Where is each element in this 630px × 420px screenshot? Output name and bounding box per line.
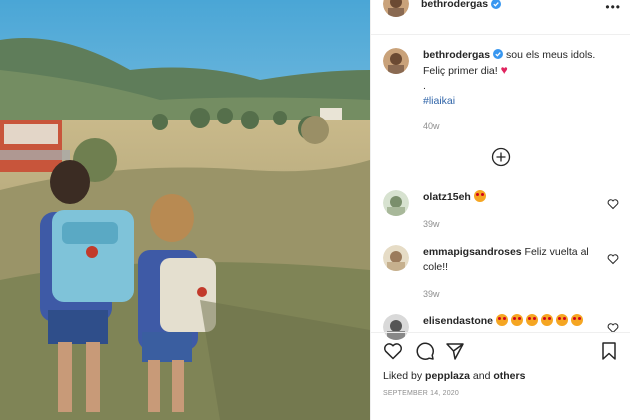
comment-time[interactable]: 39w — [423, 287, 593, 302]
heart-eyes-emoji — [473, 190, 486, 202]
commenter-avatar[interactable] — [383, 190, 409, 216]
comment-time[interactable]: 39w — [423, 217, 593, 232]
verified-badge-icon — [491, 0, 502, 9]
comment-body: emmapigsandroses Feliz vuelta al cole!! … — [423, 245, 593, 302]
author-avatar[interactable] — [383, 0, 409, 17]
caption-text-line1: sou els meus idols. — [506, 49, 596, 61]
comment-icon[interactable] — [415, 341, 435, 361]
post-caption: bethrodergas sou els meus idols. Feliç p… — [383, 48, 623, 134]
liked-by: Liked by pepplaza and others — [383, 370, 525, 382]
post-side-panel: bethrodergas ••• bethrodergas sou els me… — [370, 0, 630, 420]
heart-eyes-emoji — [495, 314, 508, 326]
caption-hashtag[interactable]: #liaikai — [423, 94, 595, 109]
comment-username[interactable]: emmapigsandroses — [423, 246, 522, 258]
heart-eyes-emoji — [555, 314, 568, 326]
author-username[interactable]: bethrodergas — [421, 0, 488, 10]
heart-eyes-emoji — [525, 314, 538, 326]
more-options-icon[interactable]: ••• — [605, 0, 621, 14]
post-date[interactable]: SEPTEMBER 14, 2020 — [383, 390, 459, 397]
caption-body: bethrodergas sou els meus idols. Feliç p… — [423, 48, 595, 134]
red-heart-emoji: ♥ — [500, 63, 508, 77]
heart-eyes-emoji — [570, 314, 583, 326]
comment-username[interactable]: elisendastone — [423, 315, 493, 327]
plus-circle-icon[interactable] — [491, 147, 511, 167]
comment-item: elisendastone — [383, 314, 619, 340]
heart-icon[interactable] — [383, 341, 403, 361]
photo-illustration — [0, 0, 370, 420]
heart-eyes-emoji — [540, 314, 553, 326]
commenter-avatar[interactable] — [383, 245, 409, 271]
liked-by-user[interactable]: pepplaza — [425, 370, 470, 382]
liked-by-others[interactable]: others — [493, 370, 525, 382]
liked-by-conj: and — [472, 370, 491, 382]
comment-username[interactable]: olatz15eh — [423, 191, 471, 203]
actions-divider — [371, 332, 630, 333]
caption-text-line2: Feliç primer dia! — [423, 65, 498, 77]
post-header: bethrodergas ••• — [371, 0, 630, 18]
share-icon[interactable] — [445, 341, 465, 361]
heart-icon[interactable] — [607, 198, 619, 210]
commenter-avatar[interactable] — [383, 314, 409, 340]
caption-dot: . — [423, 80, 426, 92]
post-actions — [383, 341, 619, 363]
comment-item: olatz15eh 39w — [383, 190, 619, 232]
caption-time[interactable]: 40w — [423, 119, 595, 134]
liked-by-prefix: Liked by — [383, 370, 423, 382]
heart-icon[interactable] — [607, 253, 619, 265]
verified-badge-icon — [493, 49, 504, 59]
post-photo[interactable] — [0, 0, 370, 420]
header-divider — [371, 34, 630, 35]
heart-eyes-emoji — [510, 314, 523, 326]
caption-avatar[interactable] — [383, 48, 409, 74]
comment-item: emmapigsandroses Feliz vuelta al cole!! … — [383, 245, 619, 302]
comment-body: olatz15eh 39w — [423, 190, 593, 232]
bookmark-icon[interactable] — [599, 341, 619, 361]
comment-body: elisendastone — [423, 314, 593, 340]
instagram-post: bethrodergas ••• bethrodergas sou els me… — [0, 0, 630, 420]
caption-username[interactable]: bethrodergas — [423, 49, 490, 61]
